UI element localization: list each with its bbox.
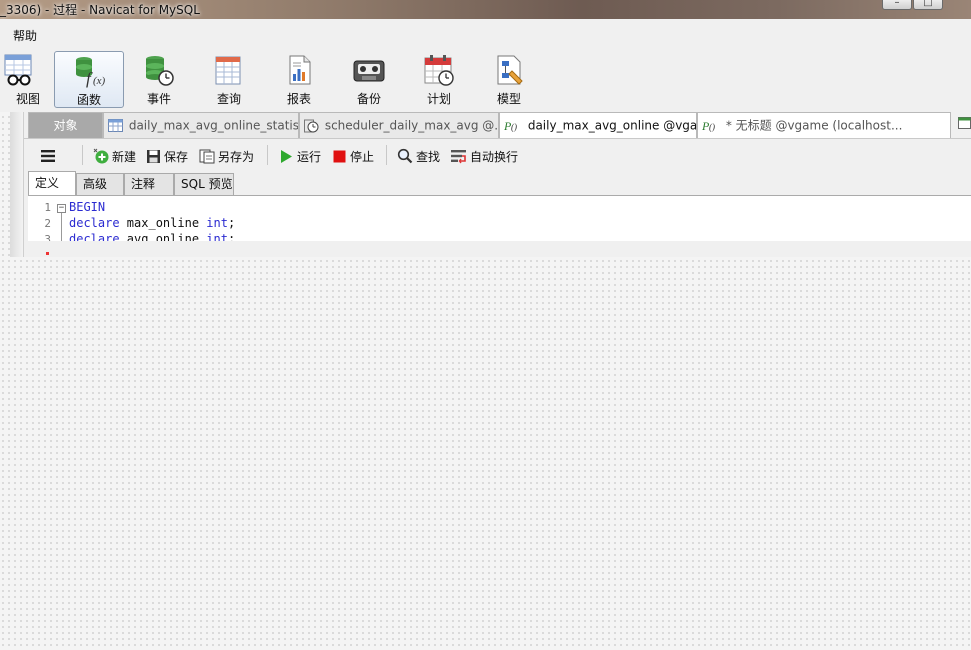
line-number: 2 xyxy=(44,217,51,230)
toolbar-view-label: 视图 xyxy=(15,92,40,106)
toolbar-query-button[interactable]: 查询 xyxy=(194,51,264,108)
find-button[interactable]: 查找 xyxy=(397,147,440,165)
procedure-icon: P () xyxy=(504,119,517,132)
tab-daily-max-avg-online-statistics[interactable]: daily_max_avg_online_statist... xyxy=(103,112,299,138)
left-panel-edge[interactable] xyxy=(10,112,24,257)
stop-button-label: 停止 xyxy=(350,149,375,164)
code-line: declare avg_online int; xyxy=(69,232,236,241)
save-button-label: 保存 xyxy=(164,149,189,164)
tab-definition-label: 定义 xyxy=(35,176,60,190)
editor-toolbar: 新建 保存 另存为 运行 停止 查找 自动换行 xyxy=(24,139,971,171)
document-tabs: 对象 daily_max_avg_online_statist... sched… xyxy=(24,112,971,138)
save-icon xyxy=(147,149,160,163)
fold-guide xyxy=(61,213,62,241)
toolbar-event-button[interactable]: 事件 xyxy=(124,51,194,108)
toolbar-schedule-label: 计划 xyxy=(426,92,451,106)
procedure-icon: P () xyxy=(702,119,715,132)
toolbar-report-label: 报表 xyxy=(286,92,311,106)
toolbar-report-button[interactable]: 报表 xyxy=(264,51,334,108)
maximize-button[interactable]: □ xyxy=(913,0,943,10)
schedule-icon xyxy=(424,55,454,86)
run-icon xyxy=(281,149,292,163)
stop-icon xyxy=(333,150,346,162)
new-button-label: 新建 xyxy=(112,149,137,164)
menu-button[interactable] xyxy=(40,147,59,165)
model-icon xyxy=(497,55,523,85)
tab-comment-label: 注释 xyxy=(131,177,156,191)
run-button-label: 运行 xyxy=(297,149,322,164)
tab-sql-preview[interactable]: SQL 预览 xyxy=(174,173,234,195)
add-icon xyxy=(93,148,109,164)
window-controls: – □ xyxy=(881,0,943,10)
minimize-button[interactable]: – xyxy=(882,0,912,10)
menu-help[interactable]: 帮助 xyxy=(13,27,37,44)
separator xyxy=(267,145,268,165)
tab-daily-max-avg-online[interactable]: P () daily_max_avg_online @vga... xyxy=(499,112,697,138)
tab-label: * 无标题 @vgame (localhost... xyxy=(725,118,903,133)
tab-sql-preview-label: SQL 预览 xyxy=(181,177,233,191)
tab-label: daily_max_avg_online @vga... xyxy=(527,118,697,133)
view-icon xyxy=(4,54,32,86)
new-tab-icon[interactable] xyxy=(958,117,971,131)
toolbar-model-label: 模型 xyxy=(496,92,521,106)
search-icon xyxy=(397,148,413,164)
find-button-label: 查找 xyxy=(416,149,441,164)
hamburger-icon xyxy=(41,150,55,162)
tab-definition[interactable]: 定义 xyxy=(28,171,76,195)
separator xyxy=(386,145,387,165)
query-icon xyxy=(215,56,241,85)
toolbar-event-label: 事件 xyxy=(146,92,171,106)
tab-comment[interactable]: 注释 xyxy=(124,173,174,195)
marker-dot xyxy=(46,252,49,255)
stop-button[interactable]: 停止 xyxy=(332,147,374,165)
save-button[interactable]: 保存 xyxy=(146,147,188,165)
svg-text:(x): (x) xyxy=(93,75,106,87)
window-title: _3306) - 过程 - Navicat for MySQL xyxy=(0,3,200,17)
tab-advanced[interactable]: 高级 xyxy=(76,173,124,195)
tab-objects-label: 对象 xyxy=(53,118,78,133)
title-bar: _3306) - 过程 - Navicat for MySQL – □ xyxy=(0,0,971,19)
save-as-button[interactable]: 另存为 xyxy=(199,147,254,165)
toolbar-view-button[interactable]: 视图 xyxy=(0,51,54,108)
tab-label: daily_max_avg_online_statist... xyxy=(128,118,299,133)
menu-bar: 帮助 xyxy=(0,19,971,48)
event-icon xyxy=(146,56,174,86)
toolbar-backup-button[interactable]: 备份 xyxy=(334,51,404,108)
toolbar-backup-label: 备份 xyxy=(356,92,381,106)
run-button[interactable]: 运行 xyxy=(279,147,321,165)
code-editor[interactable]: 1 2 3 − BEGIN declare max_online int; de… xyxy=(28,195,971,241)
toolbar-schedule-button[interactable]: 计划 xyxy=(404,51,474,108)
save-as-button-label: 另存为 xyxy=(218,149,255,164)
backup-icon xyxy=(353,60,385,82)
tab-untitled-vgame[interactable]: P () * 无标题 @vgame (localhost... xyxy=(697,112,951,138)
main-toolbar: 视图 f (x) 函数 事件 查询 报表 备份 计划 模型 xyxy=(0,48,971,112)
word-wrap-icon xyxy=(451,149,466,163)
save-as-icon xyxy=(199,149,215,163)
new-button[interactable]: 新建 xyxy=(93,147,136,165)
tab-advanced-label: 高级 xyxy=(83,177,108,191)
word-wrap-button-label: 自动换行 xyxy=(470,149,519,164)
function-icon: f (x) xyxy=(76,57,106,88)
separator xyxy=(82,145,83,165)
toolbar-query-label: 查询 xyxy=(216,92,241,106)
code-line: BEGIN xyxy=(69,200,106,214)
code-line: declare max_online int; xyxy=(69,216,236,230)
line-number: 3 xyxy=(44,233,51,241)
tab-scheduler-daily-max-avg[interactable]: scheduler_daily_max_avg @... xyxy=(299,112,499,138)
fold-toggle-icon[interactable]: − xyxy=(57,204,66,213)
toolbar-function-label: 函数 xyxy=(76,93,101,107)
word-wrap-button[interactable]: 自动换行 xyxy=(450,147,518,165)
event-clock-icon xyxy=(304,119,319,132)
report-icon xyxy=(289,55,311,85)
toolbar-model-button[interactable]: 模型 xyxy=(474,51,544,108)
svg-text:(): () xyxy=(511,122,517,132)
table-icon xyxy=(108,119,123,132)
line-number-gutter: 1 2 3 xyxy=(28,196,54,241)
line-number: 1 xyxy=(44,201,51,214)
tab-objects[interactable]: 对象 xyxy=(28,112,103,138)
procedure-editor: 新建 保存 另存为 运行 停止 查找 自动换行 定义 高级 注释 SQL 预览 … xyxy=(24,138,971,257)
toolbar-function-button[interactable]: f (x) 函数 xyxy=(54,51,124,108)
tab-label: scheduler_daily_max_avg @... xyxy=(324,118,499,133)
svg-text:(): () xyxy=(709,122,715,132)
